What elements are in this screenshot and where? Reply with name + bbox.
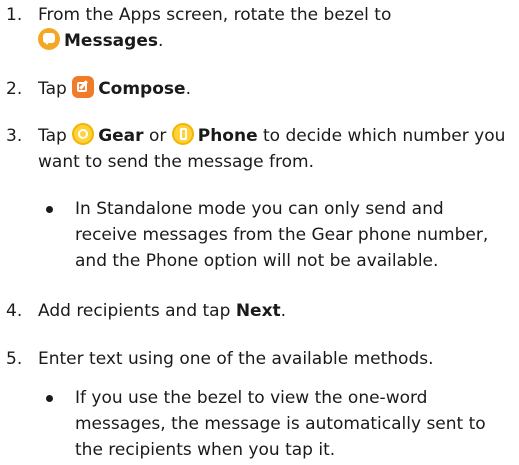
compose-icon — [72, 76, 95, 98]
step-text: From the Apps screen, rotate the bezel t… — [38, 2, 511, 54]
step-text-after: . — [185, 79, 191, 99]
bullet-dot — [46, 206, 53, 213]
bullet-text: In Standalone mode you can only send and… — [75, 199, 489, 271]
gear-label: Gear — [98, 126, 144, 146]
step-text-after: . — [280, 301, 287, 321]
step-number: 5. — [6, 349, 23, 369]
step-number: 1. — [6, 5, 23, 25]
phone-label: Phone — [197, 126, 258, 146]
step-text-before: Tap — [38, 126, 67, 146]
messages-icon — [38, 28, 60, 50]
step-text-before: From the Apps screen, rotate the bezel t… — [38, 5, 392, 25]
messages-label: Messages — [64, 31, 158, 51]
step-text-before: Tap — [38, 79, 67, 99]
gear-icon — [72, 123, 95, 145]
step-text: Tap Compose. — [38, 76, 511, 102]
step-text: Enter text using one of the available me… — [38, 349, 434, 369]
bullet-dot — [46, 395, 53, 402]
step-text-after: . — [157, 31, 164, 51]
compose-label: Compose — [98, 79, 186, 99]
step-text-before: Add recipients and tap — [38, 301, 231, 321]
step-number: 4. — [6, 301, 23, 321]
step-number: 3. — [6, 126, 23, 146]
step-text-middle: or — [148, 126, 167, 146]
step-number: 2. — [6, 79, 23, 99]
step-text: Add recipients and tap Next. — [38, 298, 511, 324]
phone-icon — [171, 123, 194, 145]
bullet-text: If you use the bezel to view the one-wor… — [75, 388, 486, 460]
step-text: Tap Gear or Phone to decide which number… — [38, 123, 511, 175]
instructions-page: 1. From the Apps screen, rotate the beze… — [0, 0, 519, 465]
next-label: Next — [235, 301, 281, 321]
